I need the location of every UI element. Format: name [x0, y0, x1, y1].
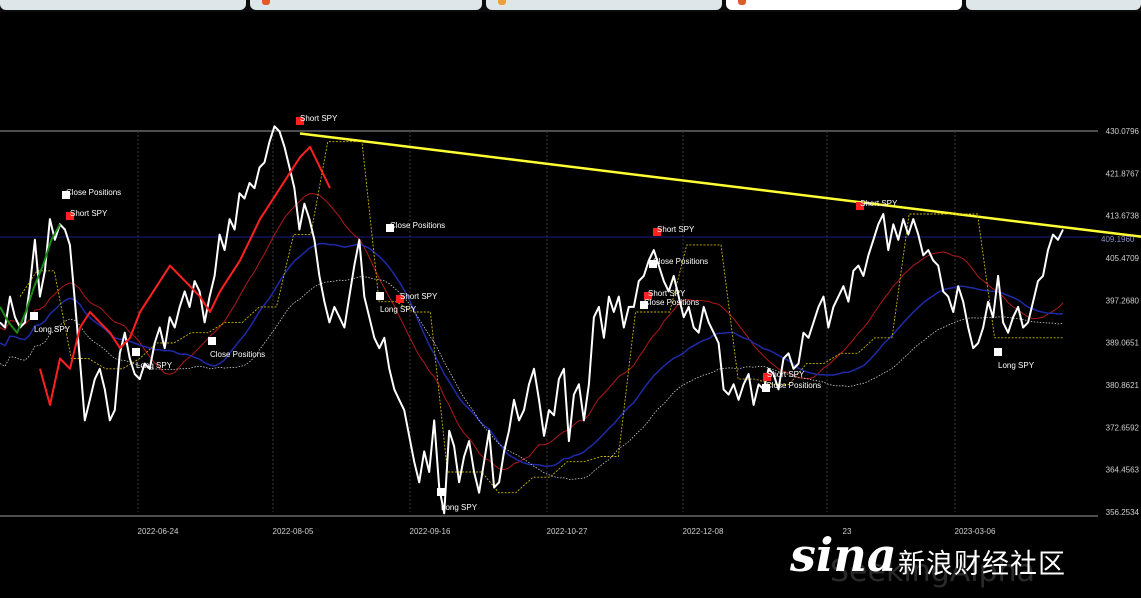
trade-marker [437, 488, 445, 496]
trade-annotation: Short SPY [860, 199, 898, 208]
last-price-label: 409.1960 [1101, 235, 1135, 244]
sina-watermark: SeekingAlpha sina 新浪财经社区 [760, 512, 1140, 598]
trade-marker [132, 348, 140, 356]
trade-annotation: Long SPY [441, 503, 478, 512]
trade-marker [376, 292, 384, 300]
y-axis: 430.0796 421.8767 413.6738 405.4709 397.2680… [1101, 127, 1140, 517]
band-upper-line [0, 193, 1064, 471]
trade-annotation: Short SPY [300, 114, 338, 123]
y-tick-label: 364.4563 [1106, 466, 1140, 475]
trade-marker [994, 348, 1002, 356]
price-series [0, 125, 1064, 515]
x-tick-label: 2022-10-27 [547, 527, 588, 536]
trade-annotation: Short SPY [657, 225, 695, 234]
band-middle-line [0, 242, 1064, 467]
trade-marker [30, 312, 38, 320]
trade-annotation: Long SPY [34, 325, 71, 334]
trade-annotation: Close Positions [644, 298, 699, 307]
y-tick-label: 397.2680 [1106, 296, 1140, 305]
sina-logo: sina [790, 528, 897, 582]
trade-annotation: Close Positions [210, 350, 265, 359]
y-tick-label: 380.8621 [1106, 381, 1140, 390]
y-tick-label: 405.4709 [1106, 254, 1140, 263]
trade-annotation: Short SPY [767, 370, 805, 379]
trade-annotation: Long SPY [136, 361, 173, 370]
price-chart: Close PositionsShort SPYLong SPYClose Po… [0, 114, 1141, 536]
y-tick-label: 372.6592 [1106, 423, 1140, 432]
y-tick-label: 421.8767 [1106, 169, 1140, 178]
trade-annotation: Close Positions [766, 381, 821, 390]
trade-annotation: Short SPY [648, 289, 686, 298]
y-tick-label: 430.0796 [1106, 127, 1140, 136]
x-tick-label: 2022-06-24 [138, 527, 179, 536]
trade-annotation: Short SPY [400, 292, 438, 301]
trade-annotation: Long SPY [998, 361, 1035, 370]
trade-annotation: Short SPY [70, 209, 108, 218]
watermark-text: 新浪财经社区 [898, 549, 1066, 580]
trade-annotation: Close Positions [390, 221, 445, 230]
y-tick-label: 389.0651 [1106, 339, 1140, 348]
trade-annotation: Close Positions [66, 188, 121, 197]
indicator-bands [0, 193, 1064, 480]
x-tick-label: 2022-08-05 [273, 527, 314, 536]
trade-annotation: Close Positions [653, 257, 708, 266]
x-tick-label: 2022-09-16 [410, 527, 451, 536]
trade-annotation: Long SPY [380, 305, 417, 314]
trade-marker [208, 337, 216, 345]
x-tick-label: 2022-12-08 [683, 527, 724, 536]
y-tick-label: 413.6738 [1106, 212, 1140, 221]
price-line-red [39, 145, 331, 406]
price-line-white [0, 125, 1064, 515]
